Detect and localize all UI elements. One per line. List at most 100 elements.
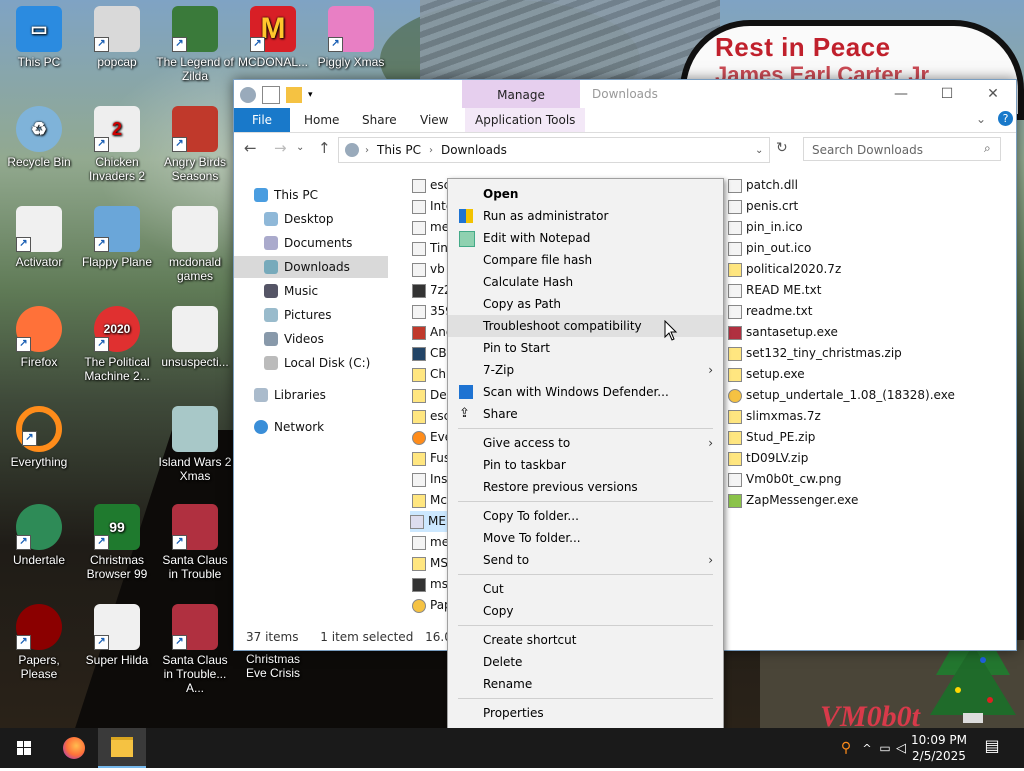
- up-icon[interactable]: ↑: [318, 139, 331, 157]
- desktop-icon-popcap[interactable]: ↗ popcap: [78, 6, 156, 69]
- search-icon[interactable]: ⌕: [984, 141, 991, 156]
- nav-videos[interactable]: Videos: [264, 328, 324, 350]
- menu-item-pin-to-start[interactable]: Pin to Start: [448, 337, 723, 359]
- desktop-icon-legend-of-zilda[interactable]: ↗ The Legend of Zilda: [156, 6, 234, 83]
- file-item[interactable]: political2020.7z: [728, 259, 841, 280]
- new-folder-icon[interactable]: [286, 87, 302, 103]
- file-item[interactable]: Vm0b0t_cw.png: [728, 469, 841, 490]
- nav-pictures[interactable]: Pictures: [264, 304, 332, 326]
- menu-item-scan-with-defender[interactable]: Scan with Windows Defender...: [448, 381, 723, 403]
- search-input[interactable]: Search Downloads: [803, 137, 1001, 161]
- menu-item-move-to-folder[interactable]: Move To folder...: [448, 527, 723, 549]
- file-item[interactable]: Chi: [412, 364, 449, 385]
- taskbar-file-explorer[interactable]: [98, 728, 146, 768]
- minimize-icon[interactable]: —: [878, 80, 924, 108]
- tab-share[interactable]: Share: [352, 108, 407, 132]
- desktop-icon-chicken-invaders[interactable]: 2 ↗ Chicken Invaders 2: [78, 106, 156, 183]
- menu-item-run-as-admin[interactable]: Run as administrator: [448, 205, 723, 227]
- tab-application-tools[interactable]: Application Tools: [465, 108, 586, 132]
- desktop-icon-santa-claus[interactable]: ↗ Santa Claus in Trouble: [156, 504, 234, 581]
- desktop-icon-island-wars[interactable]: Island Wars 2 Xmas: [156, 406, 234, 483]
- nav-desktop[interactable]: Desktop: [264, 208, 334, 230]
- refresh-icon[interactable]: ↻: [776, 140, 788, 156]
- file-item[interactable]: Pap: [412, 595, 452, 616]
- menu-item-cut[interactable]: Cut: [448, 578, 723, 600]
- menu-item-give-access-to[interactable]: Give access to ›: [448, 432, 723, 454]
- qat-dropdown-icon[interactable]: ▾: [308, 87, 324, 103]
- address-bar[interactable]: › This PC › Downloads ⌄: [338, 137, 770, 163]
- file-item[interactable]: readme.txt: [728, 301, 812, 322]
- menu-item-delete[interactable]: Delete: [448, 651, 723, 673]
- desktop-icon-everything[interactable]: ↗ Everything: [0, 406, 78, 469]
- title-bar[interactable]: ▾ Manage Downloads — ☐ ✕: [234, 80, 1016, 108]
- menu-item-pin-to-taskbar[interactable]: Pin to taskbar: [448, 454, 723, 476]
- desktop-icon-piggly-xmas[interactable]: ↗ Piggly Xmas: [312, 6, 390, 69]
- nav-this-pc[interactable]: This PC: [254, 184, 318, 206]
- desktop-icon-flappy-plane[interactable]: ↗ Flappy Plane: [78, 206, 156, 269]
- menu-item-compare-file-hash[interactable]: Compare file hash: [448, 249, 723, 271]
- desktop-icon-christmas-browser[interactable]: 99 ↗ Christmas Browser 99: [78, 504, 156, 581]
- file-item[interactable]: READ ME.txt: [728, 280, 821, 301]
- file-item[interactable]: MSI: [412, 553, 452, 574]
- everything-tray-icon[interactable]: ⚲: [836, 728, 856, 768]
- desktop-icon-papers-please[interactable]: ↗ Papers, Please: [0, 604, 78, 681]
- back-icon[interactable]: ←: [244, 139, 257, 157]
- ribbon-expand-icon[interactable]: ⌄: [976, 112, 986, 126]
- nav-local-disk[interactable]: Local Disk (C:): [264, 352, 370, 374]
- close-icon[interactable]: ✕: [970, 80, 1016, 108]
- tab-manage[interactable]: Manage: [462, 80, 580, 108]
- properties-icon[interactable]: [262, 86, 280, 104]
- file-item[interactable]: pin_out.ico: [728, 238, 811, 259]
- nav-music[interactable]: Music: [264, 280, 318, 302]
- file-item[interactable]: santasetup.exe: [728, 322, 838, 343]
- start-button[interactable]: [0, 728, 48, 768]
- menu-item-send-to[interactable]: Send to ›: [448, 549, 723, 571]
- desktop-icon-mcdonald-games[interactable]: mcdonald games: [156, 206, 234, 283]
- desktop-icon-christmas-eve-crisis[interactable]: Christmas Eve Crisis: [234, 652, 312, 680]
- tab-file[interactable]: File: [234, 108, 290, 132]
- desktop-icon-political-machine[interactable]: 2020 ↗ The Political Machine 2...: [78, 306, 156, 383]
- file-item[interactable]: patch.dll: [728, 175, 798, 196]
- file-item[interactable]: Fus: [412, 448, 450, 469]
- desktop-icon-unsuspecting[interactable]: unsuspecti...: [156, 306, 234, 369]
- nav-documents[interactable]: Documents: [264, 232, 352, 254]
- nav-downloads[interactable]: Downloads: [234, 256, 388, 278]
- menu-item-copy[interactable]: Copy: [448, 600, 723, 622]
- tab-home[interactable]: Home: [294, 108, 349, 132]
- maximize-icon[interactable]: ☐: [924, 80, 970, 108]
- menu-item-edit-with-notepad[interactable]: Edit with Notepad: [448, 227, 723, 249]
- menu-item-open[interactable]: Open: [448, 183, 723, 205]
- file-item[interactable]: slimxmas.7z: [728, 406, 821, 427]
- file-item-selected[interactable]: MEI: [410, 511, 450, 532]
- menu-item-properties[interactable]: Properties: [448, 702, 723, 724]
- file-item[interactable]: Stud_PE.zip: [728, 427, 815, 448]
- menu-item-create-shortcut[interactable]: Create shortcut: [448, 629, 723, 651]
- breadcrumb-downloads[interactable]: Downloads: [441, 143, 507, 157]
- nav-network[interactable]: Network: [254, 416, 324, 438]
- breadcrumb-this-pc[interactable]: This PC: [377, 143, 421, 157]
- desktop-icon-santa-claus-2[interactable]: ↗ Santa Claus in Trouble... A...: [156, 604, 234, 695]
- menu-item-copy-to-folder[interactable]: Copy To folder...: [448, 505, 723, 527]
- file-item[interactable]: set132_tiny_christmas.zip: [728, 343, 902, 364]
- recent-locations-icon[interactable]: ⌄: [296, 142, 304, 153]
- taskbar-firefox[interactable]: [50, 728, 98, 768]
- menu-item-7zip[interactable]: 7-Zip ›: [448, 359, 723, 381]
- desktop-icon-activator[interactable]: ↗ Activator: [0, 206, 78, 269]
- tray-overflow-icon[interactable]: ^: [858, 728, 876, 768]
- menu-item-restore-previous-versions[interactable]: Restore previous versions: [448, 476, 723, 498]
- menu-item-rename[interactable]: Rename: [448, 673, 723, 695]
- file-item[interactable]: pin_in.ico: [728, 217, 803, 238]
- desktop-icon-angry-birds[interactable]: ↗ Angry Birds Seasons: [156, 106, 234, 183]
- file-item[interactable]: ZapMessenger.exe: [728, 490, 858, 511]
- address-dropdown-icon[interactable]: ⌄: [755, 145, 763, 156]
- desktop-icon-recycle-bin[interactable]: ♻ Recycle Bin: [0, 106, 78, 169]
- taskbar-clock[interactable]: 10:09 PM 2/5/2025: [904, 732, 974, 764]
- tab-view[interactable]: View: [410, 108, 458, 132]
- file-item[interactable]: tD09LV.zip: [728, 448, 808, 469]
- notifications-icon[interactable]: ▤: [980, 736, 1004, 760]
- menu-item-troubleshoot-compatibility[interactable]: Troubleshoot compatibility: [448, 315, 723, 337]
- help-icon[interactable]: ?: [998, 111, 1013, 126]
- desktop-icon-this-pc[interactable]: ▭ This PC: [0, 6, 78, 69]
- file-item[interactable]: penis.crt: [728, 196, 798, 217]
- file-item[interactable]: vb: [412, 259, 445, 280]
